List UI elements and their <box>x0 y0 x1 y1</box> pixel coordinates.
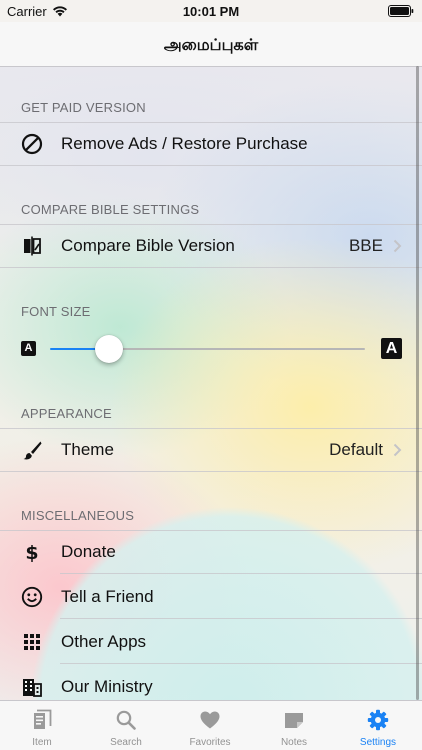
remove-ads-row[interactable]: Remove Ads / Restore Purchase <box>0 122 422 166</box>
section-header-compare: COMPARE BIBLE SETTINGS <box>21 202 200 217</box>
slider-track[interactable] <box>109 348 365 350</box>
dollar-icon: $ <box>25 542 38 563</box>
grid-icon <box>24 634 40 650</box>
divider <box>0 428 422 429</box>
book-icon <box>34 709 52 729</box>
status-time: 10:01 PM <box>182 4 240 19</box>
compare-bible-row[interactable]: Compare Bible Version BBE <box>0 224 422 268</box>
section-header-paid: GET PAID VERSION <box>21 100 146 115</box>
svg-text:$: $ <box>25 542 38 563</box>
theme-row[interactable]: Theme Default <box>0 428 422 472</box>
building-icon <box>23 679 42 697</box>
font-size-row: A A <box>0 327 422 371</box>
compare-icon <box>24 236 41 256</box>
donate-label: Donate <box>61 542 116 561</box>
divider <box>0 165 422 166</box>
our-ministry-label: Our Ministry <box>61 677 153 696</box>
scrollbar[interactable] <box>416 66 419 700</box>
settings-list[interactable]: GET PAID VERSION Remove Ads / Restore Pu… <box>0 67 422 700</box>
theme-label: Theme <box>61 440 114 459</box>
tab-search[interactable]: Search <box>84 701 168 750</box>
tab-notes[interactable]: Notes <box>252 701 336 750</box>
tab-item[interactable]: Item <box>0 701 84 750</box>
tab-bar: Item Search Favorites Notes Settings <box>0 700 422 750</box>
brush-icon <box>23 441 42 460</box>
divider <box>0 122 422 123</box>
other-apps-row[interactable]: Other Apps <box>0 620 422 664</box>
tell-friend-row[interactable]: Tell a Friend <box>0 575 422 619</box>
block-icon <box>21 133 43 155</box>
divider <box>60 663 422 664</box>
section-header-misc: MISCELLANEOUS <box>21 508 135 523</box>
note-icon <box>285 713 303 728</box>
divider <box>60 618 422 619</box>
divider <box>0 530 422 531</box>
chevron-right-icon <box>393 443 402 457</box>
font-large-icon: A <box>381 338 402 359</box>
tab-label: Search <box>110 737 142 748</box>
heart-icon <box>200 711 220 729</box>
tab-label: Notes <box>280 737 308 748</box>
tab-favorites[interactable]: Favorites <box>168 701 252 750</box>
divider <box>0 224 422 225</box>
divider <box>0 267 422 268</box>
battery-icon <box>388 5 414 17</box>
other-apps-label: Other Apps <box>61 632 147 651</box>
remove-ads-label: Remove Ads / Restore Purchase <box>61 134 308 153</box>
tell-friend-label: Tell a Friend <box>61 587 154 606</box>
smiley-icon <box>21 586 43 608</box>
font-size-slider-thumb[interactable] <box>95 335 123 363</box>
tab-settings[interactable]: Settings <box>336 701 420 750</box>
font-small-icon: A <box>21 341 36 356</box>
tab-label: Settings <box>359 737 397 748</box>
compare-bible-value: BBE <box>348 236 383 255</box>
search-icon <box>116 710 136 730</box>
tab-label: Favorites <box>189 737 231 748</box>
section-header-font: FONT SIZE <box>21 304 91 319</box>
chevron-right-icon <box>393 239 402 253</box>
section-header-appearance: APPEARANCE <box>21 406 112 421</box>
theme-value: Default <box>329 440 383 459</box>
gear-icon <box>367 709 389 731</box>
compare-bible-label: Compare Bible Version <box>61 236 235 255</box>
tab-label: Item <box>32 737 52 748</box>
navigation-bar: அமைப்புகள் <box>0 22 422 67</box>
page-title: அமைப்புகள் <box>163 37 259 54</box>
divider <box>60 573 422 574</box>
status-bar: Carrier 10:01 PM <box>0 0 422 22</box>
divider <box>0 471 422 472</box>
donate-row[interactable]: $ Donate <box>0 530 422 574</box>
